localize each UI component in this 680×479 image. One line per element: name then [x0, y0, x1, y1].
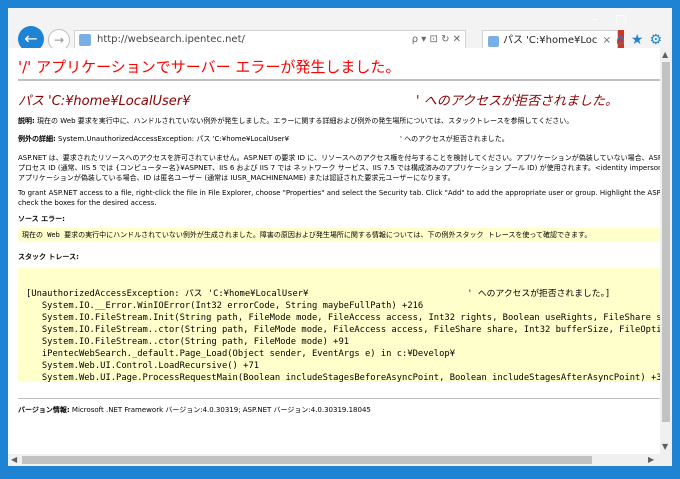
aspnet-line-2: プロセス ID (通常、IIS 5 では {コンピューター名}¥ASPNET、I… [18, 164, 660, 172]
home-icon[interactable]: ⌂ [616, 32, 625, 48]
scroll-up-icon[interactable]: ▲ [662, 50, 668, 59]
grant-line-1: To grant ASP.NET access to a file, right… [18, 189, 660, 197]
site-favicon-icon [79, 34, 91, 46]
gear-icon[interactable]: ⚙ [649, 32, 662, 48]
exception-details: 例外の詳細: System.UnauthorizedAccessExceptio… [18, 134, 289, 144]
exception-text: System.UnauthorizedAccessException: パス '… [58, 135, 290, 143]
source-error-label: ソース エラー: [18, 215, 65, 223]
divider [18, 79, 660, 81]
scrollbar-corner [660, 454, 672, 466]
stack-trace-box: [UnauthorizedAccessException: パス 'C:¥hom… [18, 268, 660, 382]
description-label: 説明: [18, 117, 35, 125]
vertical-scroll-thumb[interactable] [662, 62, 670, 422]
stack-line: System.Web.UI.Control.LoadRecursive() +7… [26, 361, 260, 371]
scroll-left-icon[interactable]: ◀ [11, 455, 17, 464]
stack-line: iPentecWebSearch._default.Page_Load(Obje… [26, 349, 455, 359]
version-label: バージョン情報: [18, 406, 70, 414]
aspnet-line-1: ASP.NET は、要求されたリソースへのアクセスを許可されていません。ASP.… [18, 154, 660, 162]
error-title: パス 'C:¥home¥LocalUser¥ [18, 94, 191, 109]
page-title: '/' アプリケーションでサーバー エラーが発生しました。 [18, 58, 401, 76]
page-content: '/' アプリケーションでサーバー エラーが発生しました。 パス 'C:¥hom… [8, 48, 660, 454]
stack-line: System.IO.FileStream..ctor(String path, … [26, 337, 350, 347]
stack-trace-label: スタック トレース: [18, 253, 79, 261]
version-text: Microsoft .NET Framework バージョン:4.0.30319… [71, 406, 371, 414]
aspnet-line-3: アプリケーションが偽装している場合、ID は匿名ユーザー (通常は IUSR_M… [18, 174, 455, 182]
maximize-button[interactable]: □ [608, 10, 634, 28]
exception-label: 例外の詳細: [18, 135, 56, 143]
vertical-scrollbar[interactable]: ▲ ▼ [660, 48, 672, 454]
description-text: 現在の Web 要求を実行中に、ハンドルされていない例外が発生しました。エラーに… [37, 117, 574, 125]
divider [18, 398, 660, 399]
browser-chrome: –□✕ ← → http://websearch.ipentec.net/ ρ … [8, 8, 672, 52]
minimize-button[interactable]: – [582, 10, 608, 28]
horizontal-scroll-thumb[interactable] [22, 456, 592, 464]
stack-line: System.IO.__Error.WinIOError(Int32 error… [26, 301, 424, 311]
grant-line-2: check the boxes for the desired access. [18, 199, 157, 207]
window-controls: –□✕ [582, 8, 672, 48]
stack-trace-text: [UnauthorizedAccessException: パス 'C:¥hom… [26, 288, 660, 382]
horizontal-scrollbar[interactable]: ◀ ▶ [8, 454, 660, 466]
exception-text-suffix: ' へのアクセスが拒否されました。 [400, 135, 509, 143]
stack-line: [UnauthorizedAccessException: パス 'C:¥hom… [26, 289, 611, 299]
error-title-suffix: ' へのアクセスが拒否されました。 [416, 94, 619, 109]
toolbar-icons: ⌂ ★ ⚙ [610, 32, 662, 48]
favorites-star-icon[interactable]: ★ [631, 32, 644, 48]
scroll-right-icon[interactable]: ▶ [648, 455, 654, 464]
tab-favicon-icon [488, 36, 499, 47]
description: 説明: 現在の Web 要求を実行中に、ハンドルされていない例外が発生しました。… [18, 116, 573, 126]
address-bar[interactable]: http://websearch.ipentec.net/ ρ ▾ ⊡ ↻ ✕ [74, 30, 466, 50]
source-error-text: 現在の Web 要求の実行中にハンドルされていない例外が生成されました。障害の原… [22, 231, 592, 239]
address-url[interactable]: http://websearch.ipentec.net/ [97, 31, 245, 49]
version-info: バージョン情報: Microsoft .NET Framework バージョン:… [18, 405, 371, 415]
source-error-box: 現在の Web 要求の実行中にハンドルされていない例外が生成されました。障害の原… [18, 228, 660, 242]
stack-line: System.IO.FileStream.Init(String path, F… [26, 313, 660, 323]
stack-line: System.IO.FileStream..ctor(String path, … [26, 325, 660, 335]
address-tools[interactable]: ρ ▾ ⊡ ↻ ✕ [412, 31, 461, 49]
scroll-down-icon[interactable]: ▼ [662, 442, 668, 451]
stack-line: System.Web.UI.Page.ProcessRequestMain(Bo… [26, 373, 660, 382]
